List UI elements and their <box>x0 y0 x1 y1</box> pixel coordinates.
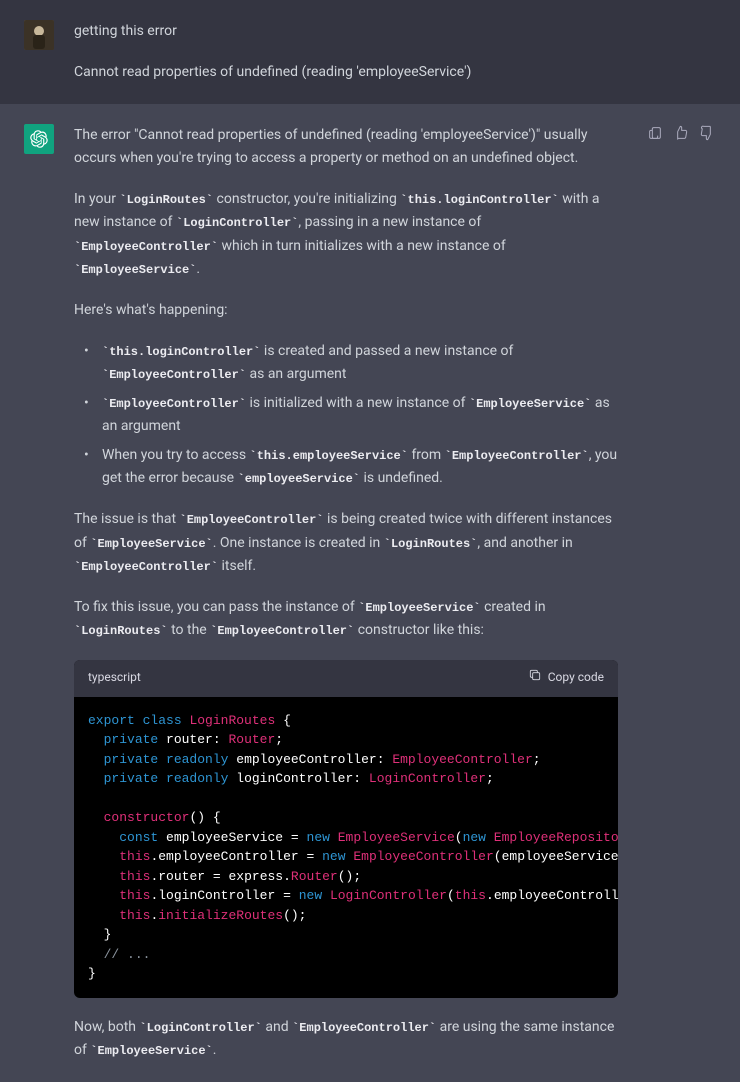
inline-code: `this.loginController` <box>400 193 558 207</box>
assistant-p4: The issue is that `EmployeeController` i… <box>74 508 618 577</box>
assistant-p1: The error "Cannot read properties of und… <box>74 124 618 170</box>
user-text-1: getting this error <box>74 20 716 43</box>
inline-code: `LoginController` <box>139 1021 261 1035</box>
assistant-list: `this.loginController` is created and pa… <box>74 340 618 491</box>
assistant-content: The error "Cannot read properties of und… <box>74 124 618 1062</box>
inline-code: `employeeService` <box>238 472 360 486</box>
inline-code: `EmployeeController` <box>74 560 218 574</box>
assistant-avatar <box>24 124 54 154</box>
thumbs-down-icon[interactable] <box>698 124 716 142</box>
inline-code: `LoginRoutes` <box>119 193 213 207</box>
inline-code: `EmployeeController` <box>445 449 589 463</box>
inline-code: `EmployeeController` <box>210 624 354 638</box>
inline-code: `EmployeeService` <box>90 1044 212 1058</box>
inline-code: `EmployeeService` <box>74 263 196 277</box>
inline-code: `this.loginController` <box>102 345 260 359</box>
inline-code: `EmployeeController` <box>102 397 246 411</box>
inline-code: `EmployeeService` <box>358 601 480 615</box>
user-message: getting this error Cannot read propertie… <box>0 0 740 104</box>
inline-code: `EmployeeService` <box>469 397 591 411</box>
code-content[interactable]: export class LoginRoutes { private route… <box>74 697 618 998</box>
assistant-p6: Now, both `LoginController` and `Employe… <box>74 1016 618 1062</box>
inline-code: `LoginRoutes` <box>384 537 478 551</box>
inline-code: `LoginRoutes` <box>74 624 168 638</box>
inline-code: `EmployeeController` <box>74 240 218 254</box>
user-avatar <box>24 20 54 50</box>
list-item: When you try to access `this.employeeSer… <box>84 444 618 490</box>
assistant-p5: To fix this issue, you can pass the inst… <box>74 596 618 642</box>
inline-code: `EmployeeController` <box>102 368 246 382</box>
copy-code-button[interactable]: Copy code <box>528 668 604 689</box>
assistant-p3: Here's what's happening: <box>74 299 618 322</box>
inline-code: `LoginController` <box>176 216 298 230</box>
clipboard-icon[interactable] <box>646 124 664 142</box>
code-header: typescript Copy code <box>74 660 618 697</box>
list-item: `EmployeeController` is initialized with… <box>84 392 618 438</box>
inline-code: `EmployeeController` <box>292 1021 436 1035</box>
user-text-2: Cannot read properties of undefined (rea… <box>74 61 716 84</box>
copy-label: Copy code <box>548 668 604 688</box>
clipboard-icon <box>528 668 542 689</box>
list-item: `this.loginController` is created and pa… <box>84 340 618 386</box>
code-lang-label: typescript <box>88 668 141 688</box>
inline-code: `this.employeeService` <box>250 449 408 463</box>
user-content: getting this error Cannot read propertie… <box>74 20 716 84</box>
inline-code: `EmployeeService` <box>90 537 212 551</box>
thumbs-up-icon[interactable] <box>672 124 690 142</box>
assistant-p2: In your `LoginRoutes` constructor, you'r… <box>74 188 618 280</box>
code-block: typescript Copy code export class LoginR… <box>74 660 618 998</box>
assistant-actions <box>646 124 716 1062</box>
assistant-message: The error "Cannot read properties of und… <box>0 104 740 1082</box>
inline-code: `EmployeeController` <box>180 513 324 527</box>
